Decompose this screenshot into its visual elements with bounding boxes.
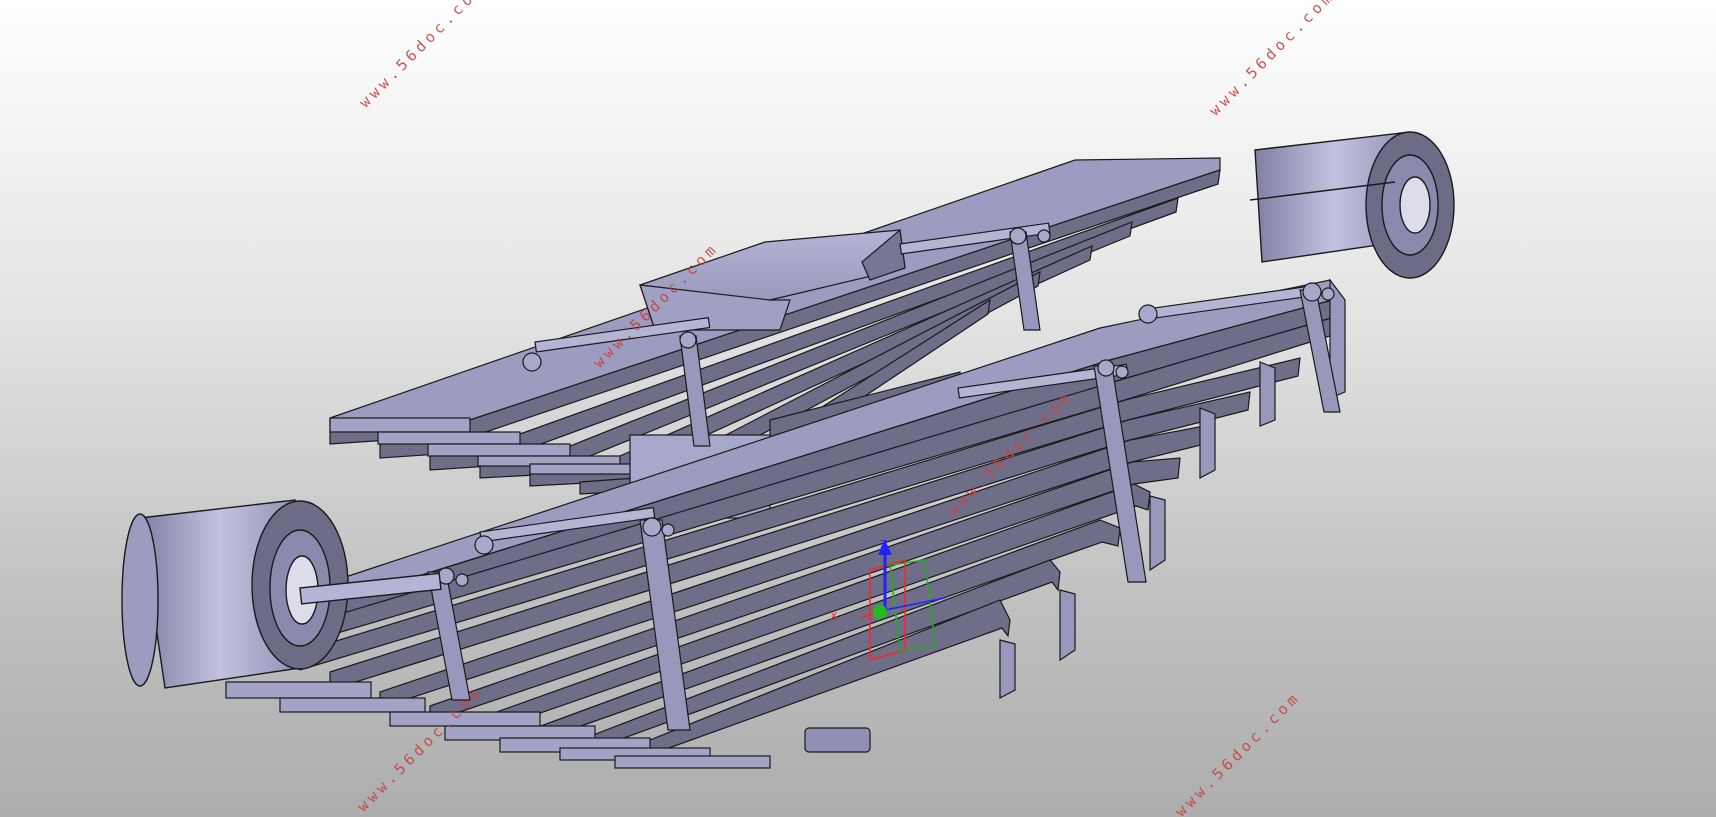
front-leaf-end xyxy=(279,697,426,713)
right-spring-eye xyxy=(1249,131,1455,279)
clip-nut xyxy=(661,523,675,537)
back-leaf-end xyxy=(427,443,571,457)
back-leaf-end xyxy=(377,431,521,445)
clip-nut xyxy=(1037,229,1051,243)
back-leaf-end xyxy=(329,417,471,433)
front-leaf-end xyxy=(1149,495,1166,572)
clip-nut xyxy=(642,517,662,537)
clip-nut xyxy=(455,573,469,587)
leaf-spring-model[interactable]: Z X xyxy=(0,0,1716,817)
compass-z-label: Z xyxy=(880,538,888,551)
front-leaf-end xyxy=(999,639,1016,699)
clip-nut xyxy=(1009,227,1027,245)
front-leaf-end xyxy=(1199,407,1216,479)
clip-nut xyxy=(1321,287,1335,301)
compass-origin xyxy=(873,605,887,619)
clip-nut xyxy=(1115,365,1129,379)
front-leaf-end xyxy=(1059,589,1076,662)
front-leaf-end xyxy=(614,755,771,769)
clip-nut xyxy=(522,352,542,372)
clip-nut xyxy=(1097,359,1115,377)
compass-x-label: X xyxy=(830,610,838,623)
front-leaf-end xyxy=(1259,361,1276,427)
clip-nut xyxy=(1138,304,1158,324)
clip-nut xyxy=(679,331,697,349)
3d-viewport[interactable]: Z X www.56doc.com www.56doc.com www.56do… xyxy=(0,0,1716,817)
clip-nut xyxy=(1302,282,1322,302)
clip-nut xyxy=(474,535,494,555)
front-leaf-end xyxy=(225,681,372,699)
center-pad xyxy=(804,727,871,753)
